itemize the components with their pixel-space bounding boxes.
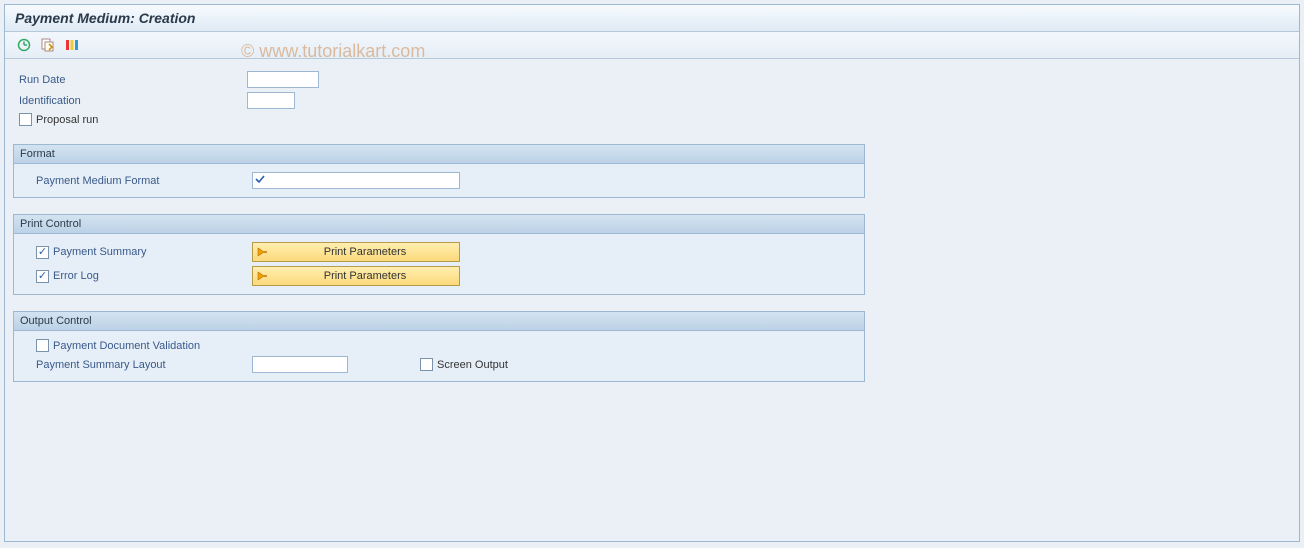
app-window: Payment Medium: Creation © www.tutori	[4, 4, 1300, 542]
identification-input[interactable]	[247, 92, 295, 109]
run-date-input[interactable]	[247, 71, 319, 88]
page-title: Payment Medium: Creation	[5, 5, 1299, 32]
format-group: Format Payment Medium Format	[13, 144, 865, 198]
payment-medium-format-input[interactable]	[252, 172, 460, 189]
format-group-title: Format	[14, 145, 864, 164]
output-control-group: Output Control Payment Document Validati…	[13, 311, 865, 382]
proposal-run-row: Proposal run	[13, 111, 1291, 128]
content-area: Run Date Identification Proposal run For…	[5, 59, 1299, 392]
payment-summary-layout-input[interactable]	[252, 356, 348, 373]
error-log-checkbox[interactable]	[36, 270, 49, 283]
error-log-print-parameters-button[interactable]: Print Parameters	[252, 266, 460, 286]
get-variant-icon[interactable]	[39, 36, 57, 54]
print-parameters-label-1: Print Parameters	[271, 246, 459, 258]
payment-summary-checkbox[interactable]	[36, 246, 49, 259]
payment-medium-format-label: Payment Medium Format	[20, 175, 252, 187]
print-parameters-label-2: Print Parameters	[271, 270, 459, 282]
arrow-right-icon	[253, 246, 271, 258]
arrow-right-icon	[253, 270, 271, 282]
payment-summary-label: Payment Summary	[53, 246, 147, 258]
screen-output-checkbox[interactable]	[420, 358, 433, 371]
toolbar	[5, 32, 1299, 59]
print-control-group: Print Control Payment Summary	[13, 214, 865, 295]
identification-row: Identification	[13, 90, 1291, 111]
payment-summary-layout-label: Payment Summary Layout	[20, 359, 252, 371]
screen-output-label: Screen Output	[437, 359, 508, 371]
run-date-label: Run Date	[15, 74, 247, 86]
run-date-row: Run Date	[13, 69, 1291, 90]
error-log-label: Error Log	[53, 270, 99, 282]
identification-label: Identification	[15, 95, 247, 107]
print-control-group-title: Print Control	[14, 215, 864, 234]
proposal-run-checkbox[interactable]	[19, 113, 32, 126]
output-control-group-title: Output Control	[14, 312, 864, 331]
payment-document-validation-checkbox[interactable]	[36, 339, 49, 352]
execute-icon[interactable]	[15, 36, 33, 54]
payment-summary-print-parameters-button[interactable]: Print Parameters	[252, 242, 460, 262]
payment-document-validation-label: Payment Document Validation	[53, 340, 200, 352]
selection-options-icon[interactable]	[63, 36, 81, 54]
proposal-run-label: Proposal run	[36, 114, 98, 126]
